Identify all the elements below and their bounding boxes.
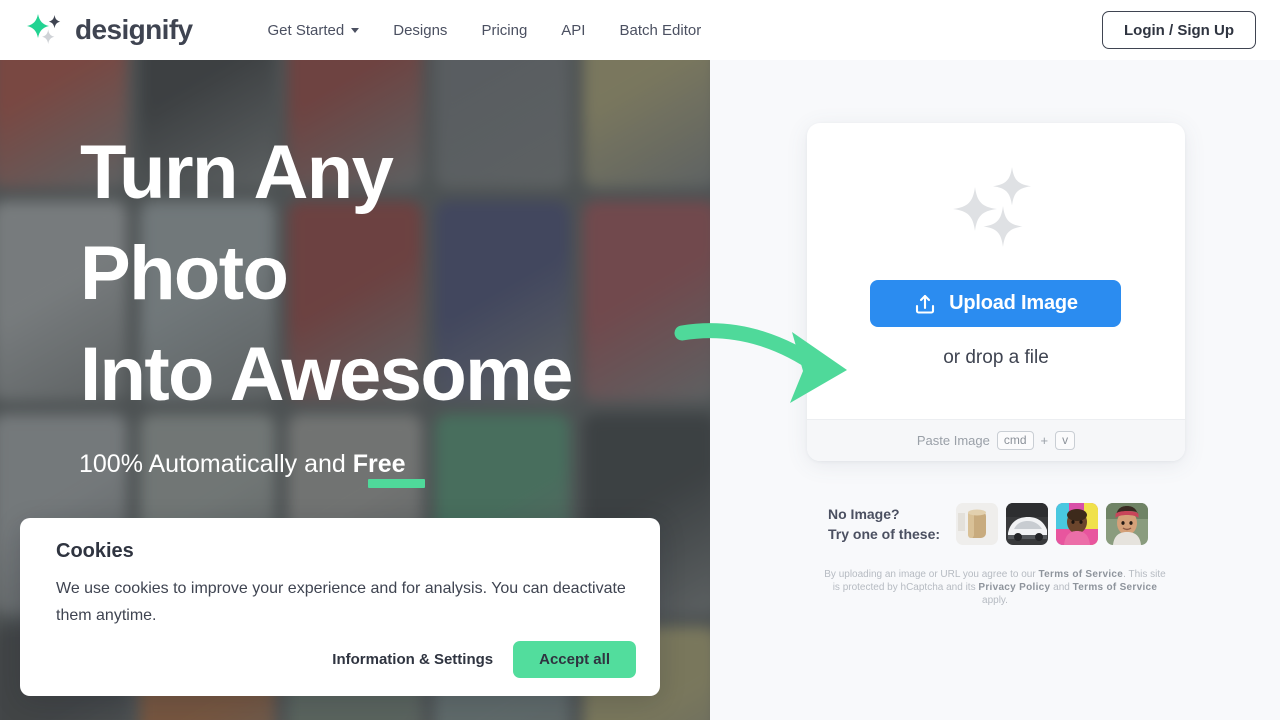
chevron-down-icon — [351, 27, 360, 33]
sparkle-diamonds-logo-icon — [24, 12, 64, 48]
logo-wordmark: designify — [75, 14, 193, 45]
cookies-dialog: Cookies We use cookies to improve your e… — [20, 518, 660, 696]
sample-images-section: No Image? Try one of these: — [828, 503, 1149, 545]
logo-link[interactable]: designify — [24, 12, 193, 48]
nav-item-batch-editor[interactable]: Batch Editor — [602, 14, 718, 47]
sample-thumb-woman-headband[interactable] — [1106, 503, 1149, 545]
key-v: v — [1055, 430, 1076, 451]
sample-thumb-person-colorful[interactable] — [1056, 503, 1099, 545]
information-settings-button[interactable]: Information & Settings — [328, 645, 497, 674]
sample-images-label: No Image? Try one of these: — [828, 504, 940, 544]
legal-part-1: By uploading an image or URL you agree t… — [824, 569, 1039, 580]
cookies-title: Cookies — [56, 540, 134, 562]
login-signup-button[interactable]: Login / Sign Up — [1102, 11, 1256, 49]
privacy-policy-link[interactable]: Privacy Policy — [978, 582, 1050, 593]
sample-thumb-can[interactable] — [956, 503, 999, 545]
sample-label-line-1: No Image? — [828, 506, 900, 522]
terms-of-service-link-1[interactable]: Terms of Service — [1038, 569, 1123, 580]
key-cmd: cmd — [996, 430, 1034, 451]
cookies-actions: Information & Settings Accept all — [328, 641, 636, 678]
drop-a-file-text: or drop a file — [943, 347, 1049, 368]
legal-part-4: apply. — [982, 595, 1008, 606]
nav-item-designs[interactable]: Designs — [376, 14, 464, 47]
upload-image-button[interactable]: Upload Image — [870, 280, 1121, 327]
headline-line-3: Into Awesome — [80, 332, 573, 417]
subline-emphasis: Free — [352, 450, 406, 478]
upload-image-label: Upload Image — [949, 292, 1078, 314]
nav-label: Pricing — [481, 21, 528, 39]
subline-prefix: 100% Automatically and — [79, 450, 353, 478]
sample-thumb-car[interactable] — [1006, 503, 1049, 545]
main-nav: Get Started Designs Pricing API Batch Ed… — [251, 14, 719, 47]
nav-label: Designs — [393, 21, 448, 39]
nav-label: Batch Editor — [619, 21, 702, 39]
upload-arrow-icon — [913, 292, 937, 316]
upload-dropzone-card[interactable]: Upload Image or drop a file Paste Image … — [807, 123, 1185, 461]
curved-arrow-right-icon — [672, 315, 857, 410]
nav-label: Get Started — [267, 21, 345, 39]
nav-item-get-started[interactable]: Get Started — [251, 14, 377, 47]
paste-image-hint: Paste Image cmd + v — [807, 419, 1185, 461]
plus-sign: + — [1040, 433, 1049, 448]
legal-disclaimer: By uploading an image or URL you agree t… — [820, 568, 1170, 607]
nav-item-pricing[interactable]: Pricing — [464, 14, 544, 47]
sample-label-line-2: Try one of these: — [828, 526, 941, 542]
accept-all-button[interactable]: Accept all — [513, 641, 636, 678]
terms-of-service-link-2[interactable]: Terms of Service — [1073, 582, 1158, 593]
cookies-body-text: We use cookies to improve your experienc… — [56, 580, 626, 624]
nav-item-api[interactable]: API — [544, 14, 602, 47]
free-underline-bar — [368, 479, 425, 488]
hero-headline: Turn Any Photo Into Awesome — [80, 122, 573, 425]
nav-label: API — [561, 21, 586, 39]
headline-line-2: Photo — [80, 231, 289, 316]
paste-image-label: Paste Image — [916, 433, 990, 448]
site-header: designify Get Started Designs Pricing AP… — [0, 0, 1280, 60]
legal-part-3: and — [1050, 582, 1073, 593]
hero-subheadline: 100% Automatically and Free — [79, 450, 406, 479]
sample-thumbnails — [956, 503, 1149, 545]
sparkles-icon — [807, 165, 1185, 253]
headline-line-1: Turn Any — [80, 130, 394, 215]
